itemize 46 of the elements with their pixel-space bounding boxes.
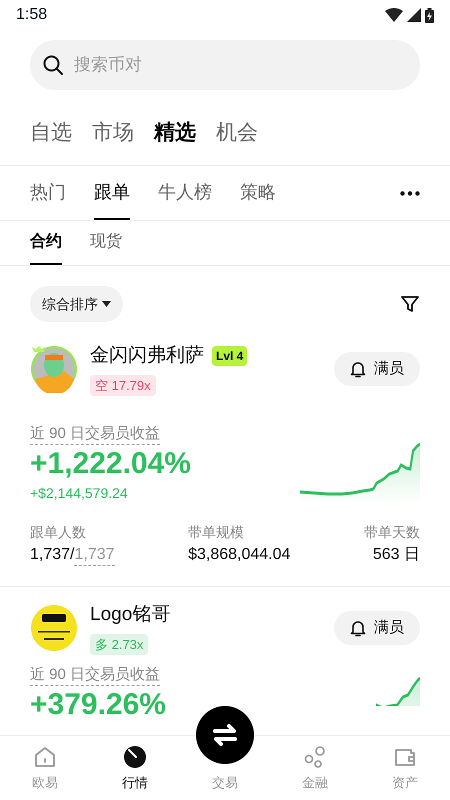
- pnl-amount: +$2,144,579.24: [30, 484, 129, 503]
- signal-icon: [407, 8, 421, 22]
- more-icon[interactable]: [400, 190, 420, 196]
- sub-tab[interactable]: 热门: [30, 166, 66, 220]
- wifi-icon: [385, 8, 403, 22]
- main-tab[interactable]: 市场: [92, 116, 134, 148]
- return-percent: +1,222.04%: [30, 447, 191, 481]
- swap-button[interactable]: [196, 706, 254, 764]
- trader-name: 金闪闪弗利萨: [90, 344, 204, 368]
- main-tab[interactable]: 机会: [216, 116, 258, 148]
- position-badge: 空 17.79x: [90, 374, 156, 396]
- stat-limit: 1,737: [74, 545, 115, 566]
- search-field[interactable]: 搜索币对: [30, 40, 420, 90]
- metric-label: 近 90 日交易员收益: [30, 424, 160, 445]
- sort-button[interactable]: 综合排序: [30, 286, 123, 322]
- circles-icon: [303, 744, 327, 768]
- status-time: 1:58: [16, 5, 48, 25]
- bell-icon: [350, 619, 366, 637]
- stat-value: $3,868,044.04: [188, 545, 290, 565]
- sub-tab[interactable]: 策略: [240, 166, 276, 220]
- follow-button[interactable]: 满员: [334, 611, 420, 645]
- filter-icon[interactable]: [400, 294, 420, 314]
- follow-button[interactable]: 满员: [334, 352, 420, 386]
- sub-tab[interactable]: 牛人榜: [158, 166, 212, 220]
- nav-tab[interactable]: 行情: [90, 736, 180, 800]
- stat-value: 1,737/: [30, 545, 74, 565]
- position-badge: 多 2.73x: [90, 634, 148, 655]
- stat-label: 跟单人数: [30, 523, 87, 542]
- sub-tab[interactable]: 跟单: [94, 166, 130, 220]
- dial-icon: [123, 744, 147, 768]
- level-badge: Lvl 4: [212, 346, 248, 366]
- stat-label: 带单规模: [188, 523, 246, 542]
- stat-label: 带单天数: [364, 523, 420, 542]
- home-icon: [33, 744, 57, 768]
- trader-name: Logo铭哥: [90, 603, 170, 627]
- search-icon: [42, 54, 64, 76]
- return-percent: +379.26%: [30, 688, 166, 722]
- market-tab[interactable]: 现货: [90, 221, 122, 265]
- bell-icon: [350, 360, 366, 378]
- stat-value: 563 日: [372, 545, 420, 565]
- main-tab[interactable]: 精选: [154, 116, 196, 148]
- market-tab[interactable]: 合约: [30, 221, 62, 265]
- battery-icon: [425, 8, 434, 22]
- main-tab[interactable]: 自选: [30, 116, 72, 148]
- metric-label: 近 90 日交易员收益: [30, 665, 160, 686]
- caret-icon: [102, 301, 111, 307]
